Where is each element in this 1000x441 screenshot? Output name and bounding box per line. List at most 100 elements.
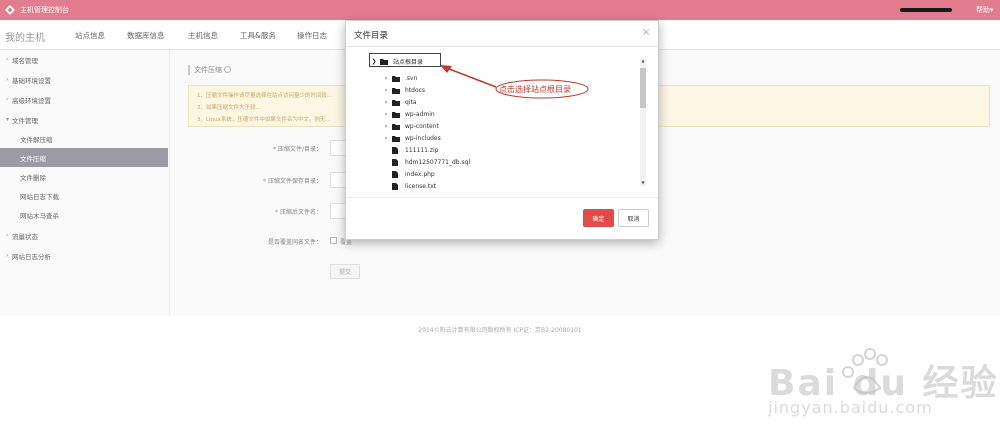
sidebar-item-advanced-env[interactable]: › 高级环境设置 <box>0 90 168 109</box>
chevron-right-icon[interactable]: › <box>380 99 392 106</box>
source-label-text: 压缩文件/目录： <box>277 146 322 153</box>
sidebar-item-file-management[interactable]: ▾ 文件管理 <box>0 110 168 129</box>
tree-item-label: license.txt <box>405 182 437 190</box>
tree-item-label: index.php <box>405 170 435 178</box>
tree-item-label: hdm12507771_db.sql <box>405 158 471 166</box>
name-input[interactable] <box>330 203 346 219</box>
sidebar-item-label: 文件管理 <box>12 116 38 125</box>
tree-item[interactable]: › wp-includes <box>380 132 441 144</box>
nav-tools-services[interactable]: 工具&服务 <box>240 30 276 41</box>
tree-item-label: qita <box>405 98 417 106</box>
help-menu[interactable]: 帮助▾ <box>976 5 994 15</box>
scroll-down-icon[interactable]: ▼ <box>640 180 646 186</box>
dialog-title: 文件目录 <box>354 31 389 41</box>
chevron-right-icon: › <box>6 232 9 239</box>
tree-scrollbar[interactable]: ▲ ▼ <box>640 58 646 186</box>
sidebar-item-trojan-scan[interactable]: 网站木马查杀 <box>0 205 168 224</box>
tree-item[interactable]: license.txt <box>380 180 436 192</box>
name-label-text: 压缩后文件名： <box>279 209 322 216</box>
file-icon <box>392 182 400 190</box>
submit-button[interactable]: 提交 <box>330 264 360 279</box>
file-directory-dialog: 文件目录 × ❯ 站点根目录 › .svn › htdocs › qita › wp-a… <box>345 20 659 240</box>
sidebar-item-unzip[interactable]: 文件解压缩 <box>0 129 168 148</box>
close-icon[interactable]: × <box>642 27 650 38</box>
tree-item-label: 111111.zip <box>405 146 439 154</box>
target-input[interactable] <box>330 172 346 188</box>
tree-item[interactable]: › .svn <box>380 72 417 84</box>
top-bar: 主机管理控制台 帮助▾ <box>0 0 1000 20</box>
file-icon <box>392 158 400 166</box>
sidebar-item-label: 网站日志下载 <box>20 192 59 201</box>
sidebar-item-log-analysis[interactable]: › 网站日志分析 <box>0 246 168 265</box>
folder-icon <box>392 135 400 142</box>
annotation-text: 点击选择站点根目录 <box>499 85 571 94</box>
tree-item[interactable]: › htdocs <box>380 84 425 96</box>
tree-item-label: .svn <box>405 74 418 82</box>
target-label-text: 压缩文件保存目录： <box>267 178 322 185</box>
chevron-right-icon[interactable]: › <box>380 111 392 118</box>
dialog-divider <box>346 197 658 198</box>
file-icon <box>392 170 400 178</box>
sidebar-item-delete[interactable]: 文件删除 <box>0 167 168 186</box>
sidebar-item-label: 网站木马查杀 <box>20 211 59 220</box>
directory-tree: ❯ 站点根目录 › .svn › htdocs › qita › wp-admin › w… <box>368 51 644 209</box>
my-host-title: 我的主机 <box>5 33 45 44</box>
ok-button[interactable]: 确定 <box>583 209 614 227</box>
target-label: * 压缩文件保存目录： <box>262 178 322 185</box>
root-highlight-box <box>369 53 441 67</box>
scroll-up-icon[interactable]: ▲ <box>640 58 646 64</box>
tree-item-label: wp-includes <box>405 134 441 142</box>
nav-database-info[interactable]: 数据库信息 <box>127 30 165 41</box>
sidebar-item-basic-env[interactable]: › 基础环境设置 <box>0 70 168 89</box>
question-icon[interactable] <box>224 66 231 73</box>
source-label: * 压缩文件/目录： <box>272 146 322 153</box>
chevron-right-icon: › <box>6 56 9 63</box>
tree-item-label: wp-content <box>405 122 439 130</box>
user-name-redacted[interactable] <box>900 8 952 12</box>
watermark-url: jingyan.baidu.com <box>768 398 933 417</box>
source-input[interactable] <box>330 140 346 156</box>
chevron-right-icon[interactable]: › <box>380 135 392 142</box>
sidebar-item-domain[interactable]: › 域名管理 <box>0 50 168 69</box>
tree-item[interactable]: hdm12507771_db.sql <box>380 156 470 168</box>
folder-icon <box>392 123 400 130</box>
overwrite-checkbox[interactable] <box>330 237 337 244</box>
folder-icon <box>392 75 400 82</box>
nav-site-info[interactable]: 站点信息 <box>75 30 105 41</box>
logo-icon <box>4 4 16 16</box>
sidebar: › 域名管理 › 基础环境设置 › 高级环境设置 ▾ 文件管理 文件解压缩 文件压缩 文… <box>0 50 170 316</box>
cancel-button[interactable]: 取消 <box>618 209 649 227</box>
name-label: * 压缩后文件名： <box>274 209 322 216</box>
chevron-right-icon: › <box>6 76 9 83</box>
tree-item[interactable]: › wp-content <box>380 120 439 132</box>
chevron-down-icon: ▾ <box>6 116 10 123</box>
tree-item[interactable]: › qita <box>380 96 417 108</box>
sidebar-item-label: 基础环境设置 <box>12 76 51 85</box>
tree-item-label: htdocs <box>405 86 426 94</box>
chevron-right-icon[interactable]: › <box>380 87 392 94</box>
sidebar-item-log-download[interactable]: 网站日志下载 <box>0 186 168 205</box>
section-title: 文件压缩 <box>188 65 231 75</box>
chevron-right-icon: › <box>6 252 9 259</box>
scroll-thumb[interactable] <box>640 68 646 108</box>
nav-host-info[interactable]: 主机信息 <box>188 30 218 41</box>
sidebar-item-label: 域名管理 <box>12 56 38 65</box>
sidebar-item-label: 文件解压缩 <box>20 135 53 144</box>
tree-item[interactable]: 111111.zip <box>380 144 438 156</box>
sidebar-item-label: 文件压缩 <box>20 154 46 163</box>
chevron-right-icon[interactable]: › <box>380 75 392 82</box>
sidebar-item-traffic[interactable]: › 流量状态 <box>0 226 168 245</box>
section-title-text: 文件压缩 <box>194 66 222 74</box>
folder-icon <box>392 99 400 106</box>
sidebar-item-label: 高级环境设置 <box>12 96 51 105</box>
folder-icon <box>392 111 400 118</box>
copyright: 2014©阳云计算有限公司版权所有 ICP证：京B2-20080101 <box>418 327 582 334</box>
tree-item[interactable]: › wp-admin <box>380 108 435 120</box>
overwrite-label: 是否覆盖同名文件： <box>267 239 322 246</box>
sidebar-item-compress[interactable]: 文件压缩 <box>0 148 168 167</box>
tree-item[interactable]: index.php <box>380 168 435 180</box>
folder-icon <box>392 87 400 94</box>
file-icon <box>392 146 400 154</box>
chevron-right-icon[interactable]: › <box>380 123 392 130</box>
nav-operation-log[interactable]: 操作日志 <box>297 30 327 41</box>
